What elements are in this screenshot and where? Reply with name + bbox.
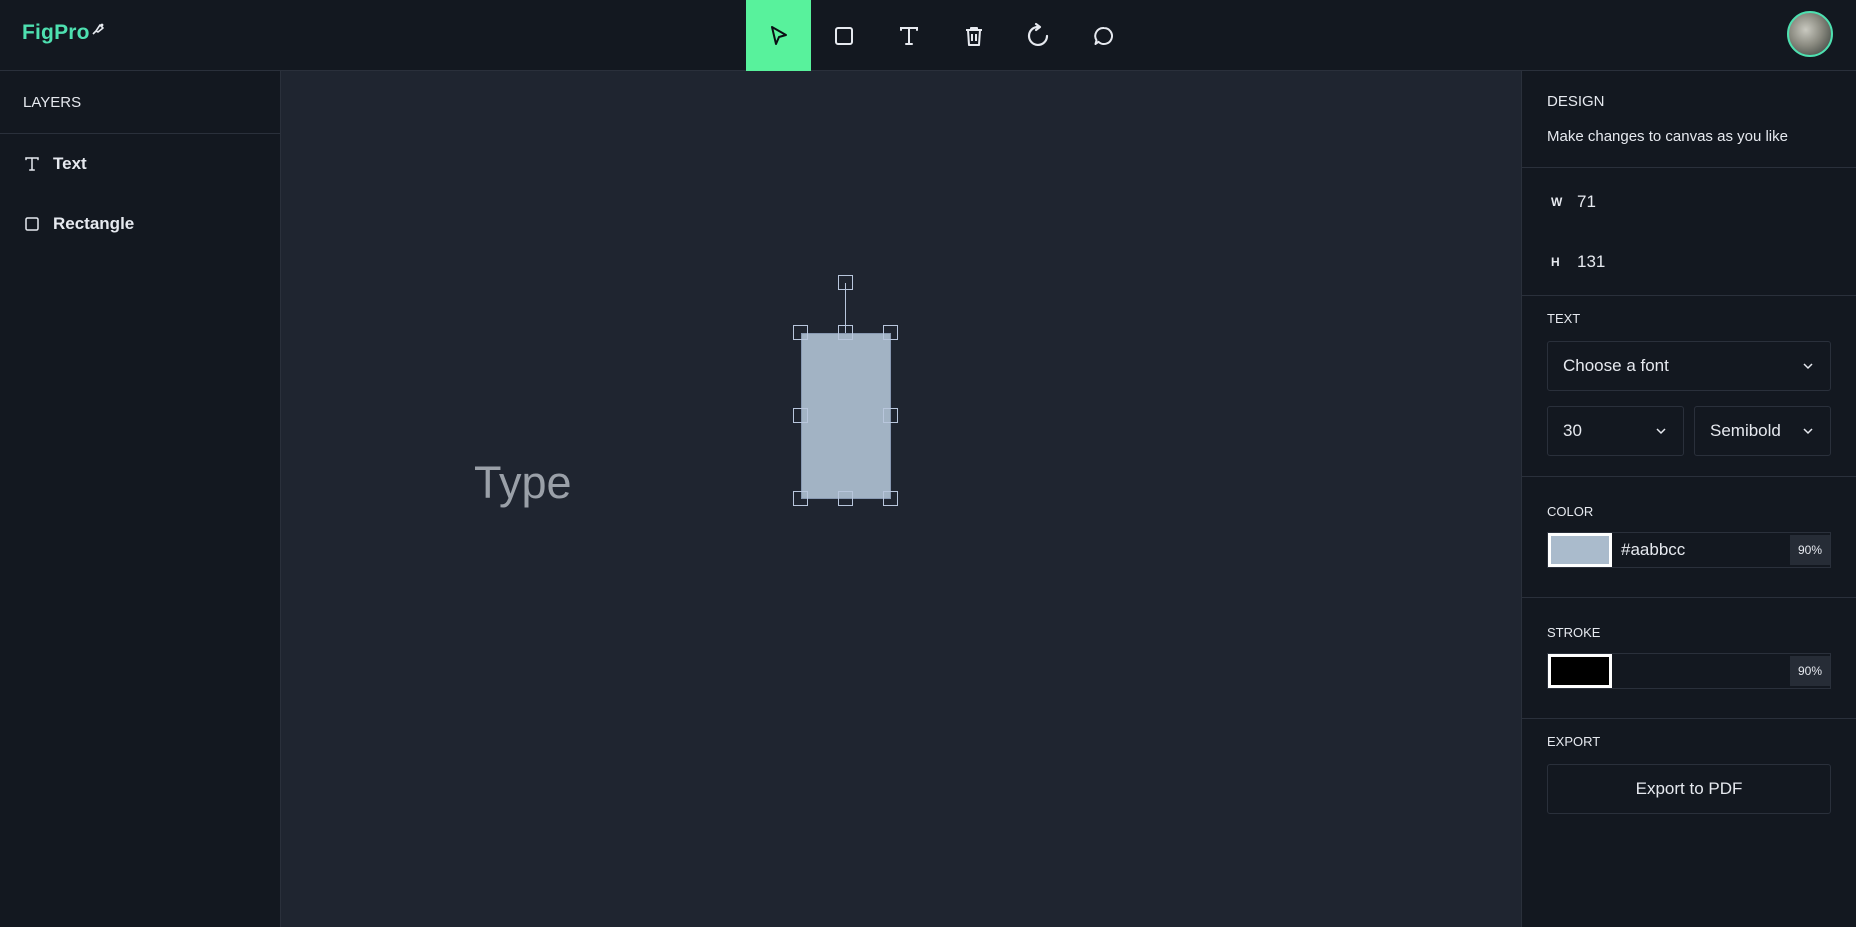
layers-sidebar: LAYERS Text Rectangle — [0, 71, 281, 927]
layer-item-label: Rectangle — [53, 214, 135, 233]
canvas-text-object[interactable]: Type — [474, 457, 572, 509]
height-row: H — [1547, 232, 1831, 292]
chat-bubble-icon — [1093, 26, 1113, 45]
font-size-value: 30 — [1563, 421, 1582, 440]
stroke-section-title: STROKE — [1547, 625, 1601, 640]
resize-handle-left[interactable] — [793, 408, 808, 423]
square-icon — [834, 26, 853, 45]
text-t-icon — [899, 26, 918, 45]
canvas-rectangle-object[interactable] — [801, 333, 891, 499]
font-weight-value: Semibold — [1710, 421, 1781, 440]
height-input[interactable] — [1577, 252, 1777, 272]
stroke-color-swatch[interactable] — [1548, 654, 1612, 688]
rotation-handle[interactable] — [838, 275, 853, 290]
reset-tool-button[interactable] — [1006, 0, 1071, 71]
design-canvas[interactable]: Type — [281, 71, 1521, 927]
design-panel: DESIGN Make changes to canvas as you lik… — [1521, 71, 1856, 927]
chevron-down-icon — [1803, 363, 1813, 370]
stroke-opacity-value[interactable]: 90% — [1790, 656, 1830, 686]
layers-title: LAYERS — [0, 71, 280, 134]
font-family-select[interactable]: Choose a font — [1547, 341, 1831, 391]
export-section-title: EXPORT — [1547, 734, 1601, 749]
delete-tool-button[interactable] — [941, 0, 1006, 71]
layer-item-rectangle[interactable]: Rectangle — [0, 194, 280, 254]
fill-hex-value[interactable]: #aabbcc — [1621, 540, 1685, 560]
layer-item-text[interactable]: Text — [0, 134, 280, 194]
resize-handle-top-right[interactable] — [883, 325, 898, 340]
stroke-section: STROKE 90% — [1522, 598, 1856, 719]
color-section: COLOR #aabbcc 90% — [1522, 477, 1856, 598]
text-tool-button[interactable] — [876, 0, 941, 71]
font-options-row: 30 Semibold — [1547, 406, 1831, 456]
resize-handle-bottom-left[interactable] — [793, 491, 808, 506]
rotate-cw-icon — [1027, 22, 1048, 46]
cursor-arrow-icon — [770, 25, 787, 45]
width-input[interactable] — [1577, 192, 1777, 212]
chevron-down-icon — [1656, 428, 1666, 435]
width-row: W — [1547, 172, 1831, 232]
resize-handle-top-left[interactable] — [793, 325, 808, 340]
design-header: DESIGN Make changes to canvas as you lik… — [1522, 71, 1856, 168]
trash-icon — [965, 26, 982, 46]
fill-color-swatch[interactable] — [1548, 533, 1612, 567]
font-family-value: Choose a font — [1563, 356, 1669, 375]
color-section-title: COLOR — [1547, 504, 1594, 519]
design-title: DESIGN — [1547, 93, 1605, 110]
top-navbar: FigPro — [0, 0, 1856, 71]
comments-tool-button[interactable] — [1071, 0, 1136, 71]
logo-text: FigPro — [22, 21, 90, 44]
export-pdf-button[interactable]: Export to PDF — [1547, 764, 1831, 814]
chevron-down-icon — [1803, 428, 1813, 435]
text-section: TEXT Choose a font 30 Semibold — [1522, 296, 1856, 477]
resize-handle-right[interactable] — [883, 408, 898, 423]
height-label: H — [1551, 255, 1560, 269]
square-icon — [25, 217, 39, 231]
select-tool-button[interactable] — [746, 0, 811, 71]
dimensions-section: W H — [1522, 168, 1856, 296]
width-label: W — [1551, 195, 1563, 209]
user-avatar[interactable] — [1787, 11, 1833, 57]
resize-handle-bottom[interactable] — [838, 491, 853, 506]
resize-handle-bottom-right[interactable] — [883, 491, 898, 506]
app-logo[interactable]: FigPro — [22, 21, 105, 45]
font-size-select[interactable]: 30 — [1547, 406, 1684, 456]
text-section-title: TEXT — [1547, 311, 1581, 326]
layer-item-label: Text — [53, 154, 87, 173]
design-subtitle: Make changes to canvas as you like — [1547, 128, 1788, 145]
stroke-color-row: 90% — [1547, 653, 1831, 689]
pen-nib-icon — [92, 23, 104, 35]
resize-handle-top[interactable] — [838, 325, 853, 340]
font-weight-select[interactable]: Semibold — [1694, 406, 1831, 456]
toolbar — [746, 0, 1136, 71]
text-t-icon — [25, 157, 39, 171]
rectangle-tool-button[interactable] — [811, 0, 876, 71]
fill-opacity-value[interactable]: 90% — [1790, 535, 1830, 565]
export-section: EXPORT Export to PDF — [1522, 719, 1856, 814]
fill-color-row: #aabbcc 90% — [1547, 532, 1831, 568]
